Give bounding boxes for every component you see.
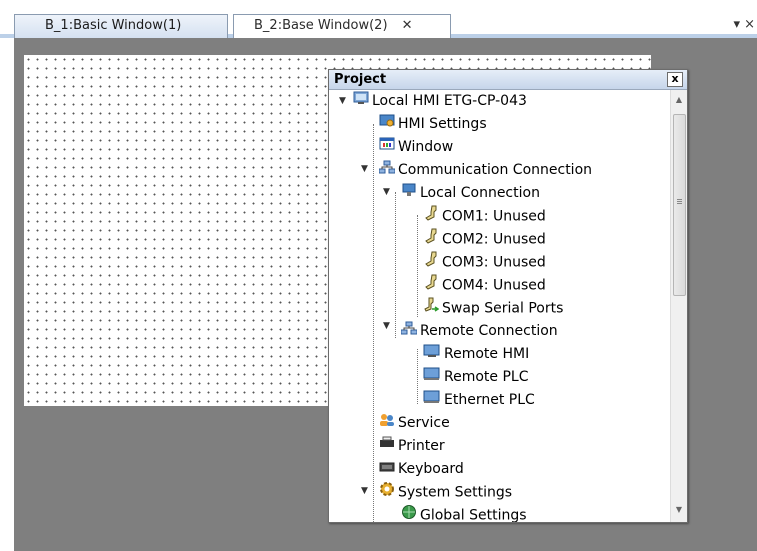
tree-item-label: HMI Settings bbox=[398, 116, 487, 132]
collapse-arrow-icon[interactable]: ▼ bbox=[383, 321, 390, 331]
tree-item-local-hmi[interactable]: Local HMI ETG-CP-043 bbox=[353, 90, 527, 112]
serial-port-icon bbox=[423, 251, 439, 274]
scroll-up-arrow-icon[interactable]: ▲ bbox=[671, 92, 687, 108]
close-icon[interactable]: ✕ bbox=[402, 18, 413, 33]
network-icon bbox=[378, 159, 396, 181]
tree-scrollbar[interactable]: ▲ ▼ bbox=[670, 90, 687, 522]
tab-label: B_1:Basic Window(1) bbox=[45, 18, 182, 33]
tree-item-label: COM1: Unused bbox=[442, 208, 546, 225]
tree-item-system-settings[interactable]: System Settings bbox=[379, 481, 512, 503]
service-icon bbox=[379, 412, 395, 434]
project-panel: Project x ▼ ▼ ▼ ▼ ▼ Local HMI ETG-CP-043… bbox=[328, 69, 688, 523]
hmi-settings-icon bbox=[379, 113, 395, 135]
globe-icon bbox=[401, 504, 417, 522]
tree-item-com1[interactable]: COM1: Unused bbox=[423, 205, 546, 227]
tree-item-keyboard[interactable]: Keyboard bbox=[379, 458, 464, 480]
grip-icon bbox=[677, 199, 682, 200]
tree-item-label: Local HMI ETG-CP-043 bbox=[372, 93, 527, 109]
tree-item-service[interactable]: Service bbox=[379, 412, 450, 434]
collapse-arrow-icon[interactable]: ▼ bbox=[361, 164, 368, 174]
tree-item-com2[interactable]: COM2: Unused bbox=[423, 228, 546, 250]
tree-item-label: Service bbox=[398, 415, 450, 431]
tree-item-label: Swap Serial Ports bbox=[442, 300, 564, 317]
keyboard-icon bbox=[379, 458, 395, 480]
project-tree: ▼ ▼ ▼ ▼ ▼ Local HMI ETG-CP-043 HMI Setti… bbox=[329, 90, 669, 522]
tree-item-label: Window bbox=[398, 139, 454, 155]
project-panel-header[interactable]: Project x bbox=[329, 70, 687, 90]
tree-item-label: Local Connection bbox=[420, 185, 540, 201]
tree-item-com3[interactable]: COM3: Unused bbox=[423, 251, 546, 273]
swap-ports-icon bbox=[423, 297, 440, 320]
tree-item-label: COM4: Unused bbox=[442, 277, 546, 294]
tab-label: B_2:Base Window(2) bbox=[254, 18, 388, 33]
tab-menu-icon[interactable]: ▾ × bbox=[733, 14, 755, 36]
collapse-arrow-icon[interactable]: ▼ bbox=[361, 486, 368, 496]
serial-port-icon bbox=[423, 205, 439, 228]
network-icon bbox=[400, 320, 418, 342]
collapse-arrow-icon[interactable]: ▼ bbox=[383, 187, 390, 197]
tree-item-hmi-settings[interactable]: HMI Settings bbox=[379, 113, 487, 135]
document-tab-bar: B_1:Basic Window(1) B_2:Base Window(2) ✕… bbox=[0, 0, 757, 38]
local-connection-icon bbox=[401, 182, 417, 204]
serial-port-icon bbox=[423, 274, 439, 297]
tree-item-printer[interactable]: Printer bbox=[379, 435, 445, 457]
gear-icon bbox=[379, 481, 395, 504]
printer-icon bbox=[379, 435, 395, 457]
tree-item-global-settings[interactable]: Global Settings bbox=[401, 504, 527, 522]
tree-item-label: COM2: Unused bbox=[442, 231, 546, 248]
monitor-icon bbox=[353, 90, 369, 112]
tree-item-label: COM3: Unused bbox=[442, 254, 546, 271]
tree-item-swap-serial-ports[interactable]: Swap Serial Ports bbox=[423, 297, 563, 319]
tree-connector bbox=[373, 124, 374, 522]
tree-connector bbox=[417, 215, 418, 317]
serial-port-icon bbox=[423, 228, 439, 251]
tab-basic-window-1[interactable]: B_1:Basic Window(1) bbox=[14, 14, 228, 38]
project-panel-title: Project bbox=[334, 72, 387, 87]
window-icon bbox=[379, 136, 395, 158]
tree-connector bbox=[395, 192, 396, 338]
tree-item-label: Remote Connection bbox=[420, 323, 558, 339]
scrollbar-thumb[interactable] bbox=[673, 114, 686, 296]
tab-base-window-2[interactable]: B_2:Base Window(2) ✕ bbox=[233, 14, 451, 38]
ethernet-plc-icon bbox=[423, 389, 441, 411]
workspace-left-strip bbox=[0, 38, 14, 551]
tree-item-label: Remote PLC bbox=[444, 369, 529, 385]
collapse-arrow-icon[interactable]: ▼ bbox=[339, 96, 346, 106]
close-icon[interactable]: x bbox=[667, 72, 683, 87]
tree-item-label: Printer bbox=[398, 438, 445, 454]
tree-item-communication-connection[interactable]: Communication Connection bbox=[378, 159, 593, 181]
remote-plc-icon bbox=[423, 366, 441, 388]
tree-item-window[interactable]: Window bbox=[379, 136, 453, 158]
scroll-down-arrow-icon[interactable]: ▼ bbox=[671, 502, 687, 518]
tree-item-remote-connection[interactable]: Remote Connection bbox=[400, 320, 558, 342]
tree-item-label: Keyboard bbox=[398, 461, 464, 477]
tree-item-com4[interactable]: COM4: Unused bbox=[423, 274, 546, 296]
tree-item-label: Global Settings bbox=[420, 507, 527, 523]
tree-connector bbox=[417, 349, 418, 404]
tree-item-local-connection[interactable]: Local Connection bbox=[401, 182, 540, 204]
tree-item-label: Ethernet PLC bbox=[444, 392, 535, 408]
tree-item-label: Communication Connection bbox=[398, 162, 593, 178]
tree-item-remote-hmi[interactable]: Remote HMI bbox=[423, 343, 529, 365]
tree-item-label: Remote HMI bbox=[444, 346, 530, 362]
tree-item-remote-plc[interactable]: Remote PLC bbox=[423, 366, 529, 388]
tree-item-label: System Settings bbox=[398, 484, 513, 501]
remote-monitor-icon bbox=[423, 343, 441, 365]
tree-item-ethernet-plc[interactable]: Ethernet PLC bbox=[423, 389, 535, 411]
